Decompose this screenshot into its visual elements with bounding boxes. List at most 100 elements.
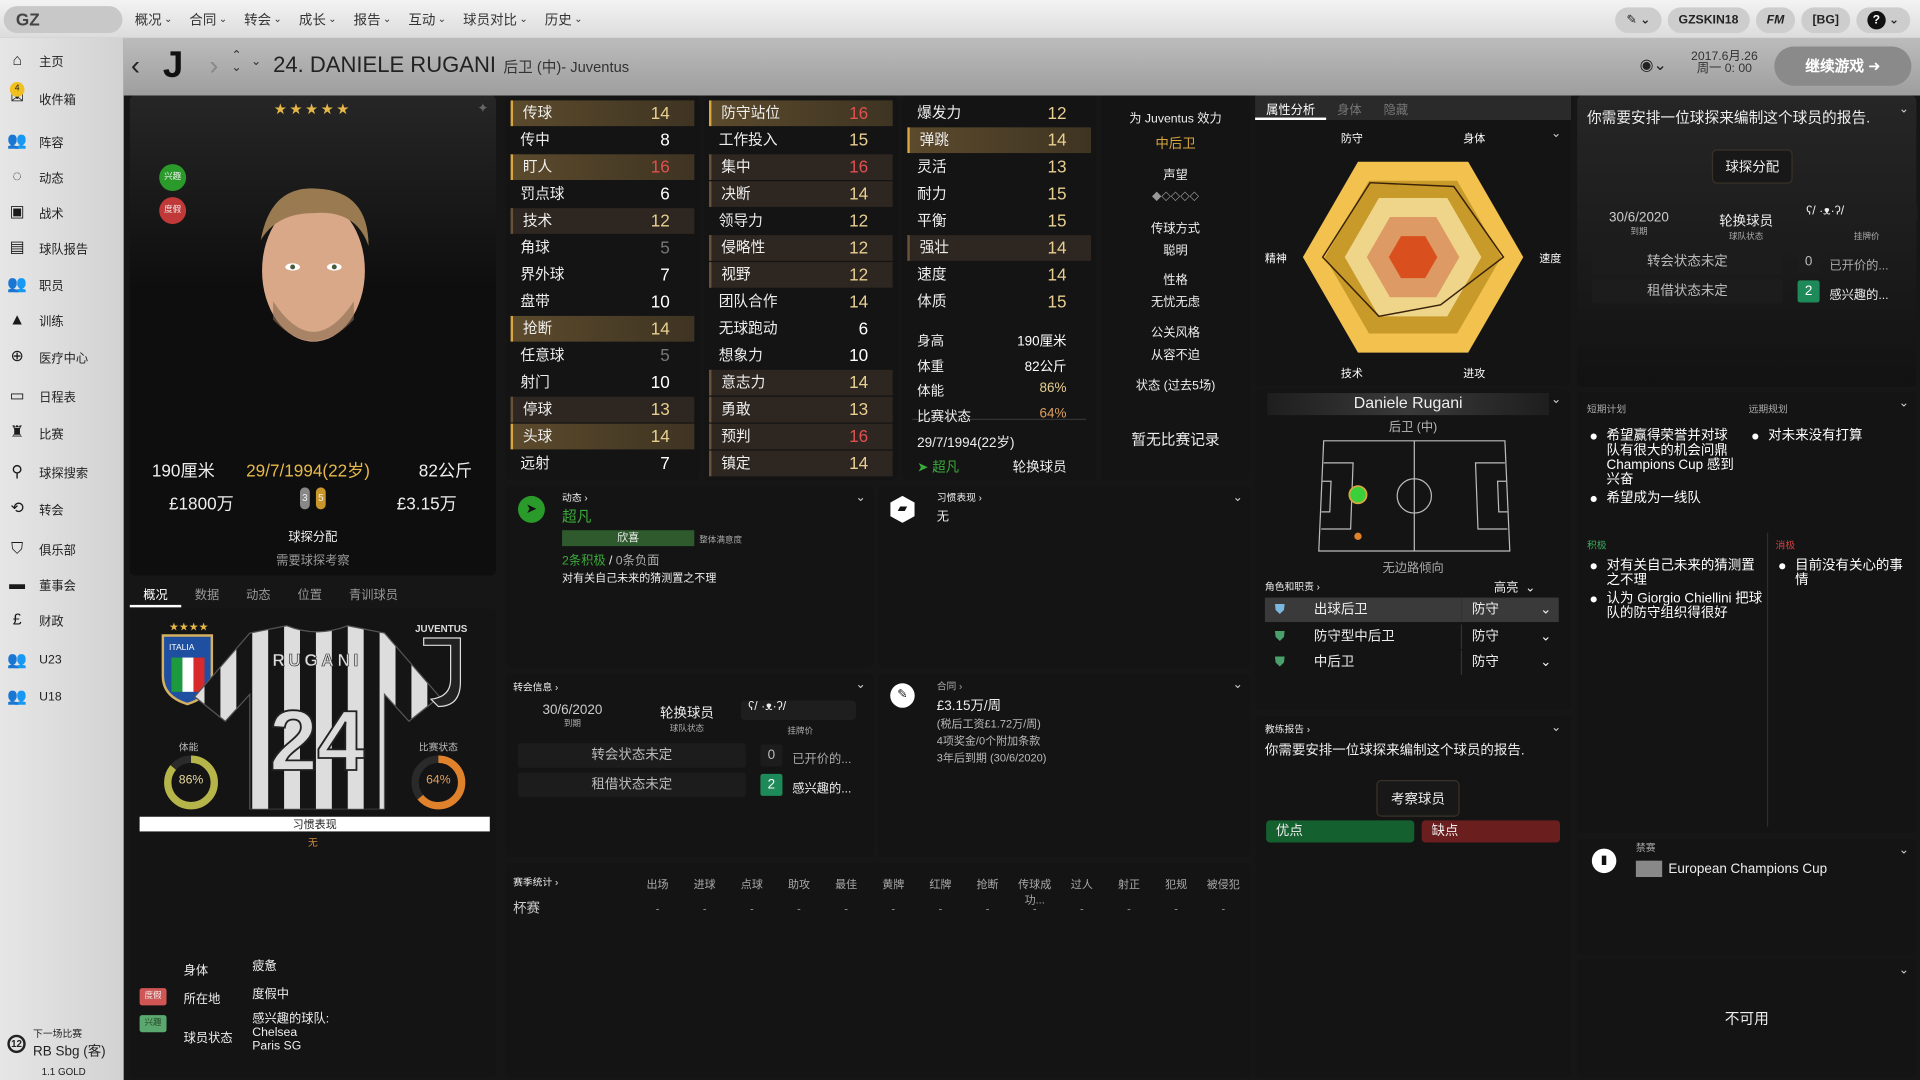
chevron-down-icon[interactable]: ⌄ [1233, 678, 1243, 691]
menu-item-6[interactable]: 球员对比 ⌄ [463, 9, 528, 29]
stat-column-header[interactable]: 被侵犯 [1200, 876, 1247, 892]
sidebar-item-2[interactable]: 👥 阵容 [7, 130, 63, 152]
sidebar-item-15[interactable]: £ 财政 [7, 609, 64, 631]
stat-column-header[interactable]: 过人 [1059, 876, 1106, 892]
sidebar-item-8[interactable]: ⊕ 医疗中心 [7, 345, 88, 367]
menu-item-3[interactable]: 成长 ⌄ [299, 9, 337, 29]
sidebar-item-1[interactable]: ✉ 4 收件箱 [7, 82, 76, 109]
holiday-badge[interactable]: 度假 [159, 197, 187, 225]
fm-button[interactable]: FM [1755, 7, 1796, 34]
continue-button[interactable]: 继续游戏 ➜ [1774, 46, 1912, 86]
dynamics-link[interactable]: 动态 › [562, 491, 588, 504]
menu-item-1[interactable]: 合同 ⌄ [189, 9, 227, 29]
game-logo[interactable]: GZ [3, 6, 123, 34]
tab-2[interactable]: 动态 [233, 580, 284, 607]
stat-column-header[interactable]: 抢断 [964, 876, 1011, 892]
sidebar-item-7[interactable]: ▲ 训练 [7, 309, 63, 331]
stat-column-header[interactable]: 射正 [1106, 876, 1153, 892]
chevron-down-icon[interactable]: ⌄ [855, 491, 865, 504]
highlight-dropdown[interactable]: 高亮 ⌄ [1494, 577, 1536, 595]
sidebar-item-3[interactable]: ◌ 动态 [7, 165, 63, 187]
interested-label[interactable]: 感兴趣的... [792, 778, 851, 795]
globe-dropdown-icon[interactable]: ◉⌄ [1640, 55, 1667, 75]
sidebar-item-5[interactable]: ▤ 球队报告 [7, 236, 89, 258]
roles-link[interactable]: 角色和职责 › [1265, 580, 1320, 593]
menu-item-5[interactable]: 互动 ⌄ [408, 9, 446, 29]
duty-dropdown[interactable]: 防守 ⌄ [1460, 650, 1559, 675]
sidebar-item-17[interactable]: 👥 U18 [7, 686, 61, 708]
stat-column-header[interactable]: 点球 [729, 876, 776, 892]
scout-assign-link[interactable]: 球探分配 [130, 527, 496, 544]
scout-assign-button[interactable]: 球探分配 [1711, 149, 1793, 184]
offers-label[interactable]: 已开价的... [792, 748, 851, 766]
sidebar-item-12[interactable]: ⟲ 转会 [7, 497, 63, 519]
sidebar-item-9[interactable]: ▭ 日程表 [7, 384, 76, 406]
position-label: 后卫 (中) [1388, 421, 1438, 435]
skin-button[interactable]: GZSKIN18 [1667, 7, 1750, 34]
edit-dropdown[interactable]: ✎ ⌄ [1615, 7, 1662, 34]
cons-tab[interactable]: 缺点 [1421, 820, 1561, 843]
chevron-down-icon[interactable]: ⌄ [1899, 103, 1909, 116]
contract-link[interactable]: 合同 › [937, 680, 963, 693]
tab-1[interactable]: 数据 [181, 580, 232, 607]
stat-column-header[interactable]: 红牌 [917, 876, 964, 892]
help-button[interactable]: ? ⌄ [1856, 7, 1911, 34]
duty-dropdown[interactable]: 防守 ⌄ [1460, 597, 1559, 623]
chevron-down-icon[interactable]: ⌄ [1899, 964, 1909, 977]
player-dropdown-icon[interactable]: ⌄ [251, 55, 261, 68]
inbox-badge: 4 [9, 82, 25, 97]
analysis-tab-0[interactable]: 属性分析 [1255, 96, 1327, 121]
tab-3[interactable]: 位置 [284, 580, 335, 607]
chevron-down-icon[interactable]: ⌄ [1899, 397, 1909, 410]
sidebar-item-13[interactable]: ⛉ 俱乐部 [7, 538, 76, 560]
stat-column-header[interactable]: 犯规 [1153, 876, 1200, 892]
favourite-star-icon[interactable]: ✦ [477, 100, 488, 117]
interested-label[interactable]: 感兴趣的... [1829, 284, 1888, 302]
sidebar-item-14[interactable]: ▬ 董事会 [7, 573, 76, 595]
menu-item-4[interactable]: 报告 ⌄ [354, 9, 392, 29]
stat-column-header[interactable]: 进球 [681, 876, 728, 892]
sidebar-item-6[interactable]: 👥 职员 [7, 273, 63, 295]
tab-4[interactable]: 青训球员 [336, 580, 412, 607]
transfer-link[interactable]: 转会信息 › [513, 681, 558, 694]
sidebar-item-10[interactable]: ♜ 比赛 [7, 421, 64, 443]
role-row[interactable]: ⛊ 中后卫 防守 ⌄ [1265, 650, 1559, 675]
stat-column-header[interactable]: 助攻 [776, 876, 823, 892]
back-arrow-icon[interactable]: ‹ [131, 50, 140, 82]
stat-column-header[interactable]: 最佳 [823, 876, 870, 892]
duty-dropdown[interactable]: 防守 ⌄ [1460, 623, 1559, 649]
sidebar-label: 球队报告 [39, 243, 89, 257]
season-stats-link[interactable]: 赛季统计 › [513, 876, 558, 889]
interest-badge[interactable]: 兴趣 [159, 164, 187, 192]
sidebar-item-11[interactable]: ⚲ 球探搜索 [7, 460, 88, 482]
chevron-down-icon[interactable]: ⌄ [855, 678, 865, 691]
player-switch-icon[interactable]: ⌃ ⌄ [231, 50, 241, 74]
bg-button[interactable]: [BG] [1801, 7, 1851, 34]
tab-0[interactable]: 概况 [129, 580, 182, 608]
sidebar-label: 动态 [39, 172, 64, 186]
analysis-tab-1[interactable]: 身体 [1326, 96, 1373, 120]
forward-arrow-icon[interactable]: › [209, 50, 218, 82]
card-icon: ▮ [1591, 848, 1617, 874]
habits-link[interactable]: 习惯表现 › [937, 491, 982, 504]
sidebar-item-0[interactable]: ⌂ 主页 [7, 49, 63, 71]
menu-item-0[interactable]: 概况 ⌄ [135, 9, 173, 29]
menu-item-7[interactable]: 历史 ⌄ [545, 9, 583, 29]
chevron-down-icon[interactable]: ⌄ [1899, 844, 1909, 857]
offers-label[interactable]: 已开价的... [1829, 255, 1888, 273]
chevron-down-icon[interactable]: ⌄ [1551, 721, 1561, 734]
scout-player-button[interactable]: 考察球员 [1376, 780, 1460, 817]
stat-column-header[interactable]: 出场 [634, 876, 681, 892]
pros-tab[interactable]: 优点 [1266, 820, 1415, 843]
sidebar-item-4[interactable]: ▣ 战术 [7, 201, 64, 223]
stat-column-header[interactable]: 黄牌 [870, 876, 917, 892]
sidebar-item-16[interactable]: 👥 U23 [7, 649, 61, 671]
chevron-down-icon[interactable]: ⌄ [1551, 393, 1561, 406]
chevron-down-icon[interactable]: ⌄ [1233, 491, 1243, 504]
next-match[interactable]: 12 下一场比赛 RB Sbg (客) [7, 1027, 106, 1060]
coach-report-link[interactable]: 教练报告 › [1265, 722, 1310, 735]
menu-item-2[interactable]: 转会 ⌄ [244, 9, 282, 29]
role-row[interactable]: ⛊ 出球后卫 防守 ⌄ [1264, 597, 1559, 623]
analysis-tab-2[interactable]: 隐藏 [1373, 96, 1420, 120]
role-row[interactable]: ⛊ 防守型中后卫 防守 ⌄ [1265, 623, 1559, 649]
